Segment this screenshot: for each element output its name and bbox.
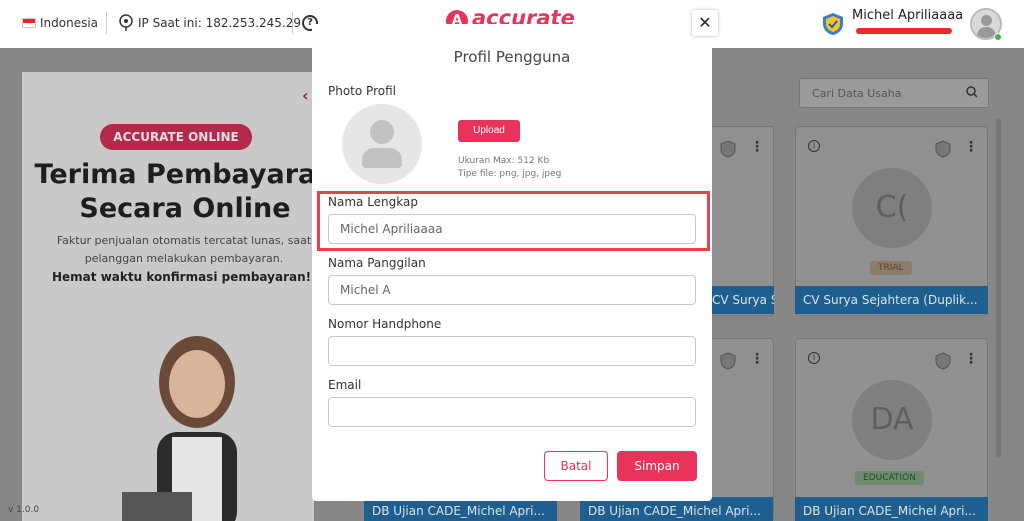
phone-input[interactable] [328, 336, 696, 366]
language-selector[interactable]: Indonesia [40, 16, 98, 30]
user-name[interactable]: Michel Apriliaaaa [852, 8, 963, 23]
banner-pill: ACCURATE ONLINE [100, 124, 252, 150]
user-silhouette-icon [370, 120, 394, 144]
profile-modal: Profil Pengguna Photo Profil Upload Ukur… [312, 24, 712, 501]
email-label: Email [328, 378, 362, 392]
divider [106, 12, 107, 34]
modal-title: Profil Pengguna [453, 48, 571, 66]
banner-description: Faktur penjualan otomatis tercatat lunas… [56, 234, 312, 265]
online-status-dot [994, 33, 1002, 41]
profile-photo-placeholder [342, 104, 422, 184]
upload-button[interactable]: Upload [458, 120, 520, 142]
upload-info: Ukuran Max: 512 Kb Tipe file: png, jpg, … [458, 155, 561, 181]
cancel-button[interactable]: Batal [544, 451, 608, 481]
divider [292, 12, 293, 34]
email-input[interactable] [328, 397, 696, 427]
banner-prev-chevron-icon[interactable]: ‹ [302, 86, 309, 105]
user-silhouette-body [362, 148, 402, 168]
more-options-icon[interactable]: ⋮ [750, 140, 764, 154]
more-options-icon[interactable]: ⋮ [964, 352, 978, 366]
redaction-mark [856, 28, 952, 34]
location-pin-icon [119, 14, 133, 31]
shield-icon [935, 352, 951, 370]
trial-badge: TRIAL [870, 261, 912, 275]
banner-heading: Terima Pembayaran Secara Online [34, 159, 315, 224]
app-version: v 1.0.0 [8, 505, 40, 515]
save-button[interactable]: Simpan [617, 451, 697, 481]
info-icon[interactable]: i [808, 352, 820, 364]
education-badge: EDUCATION [855, 471, 924, 485]
company-card-title: CV Surya Sejahtera [704, 286, 774, 314]
full-name-highlight-box [317, 191, 710, 251]
verified-shield-icon [823, 13, 843, 35]
promo-woman-illustration [122, 336, 237, 521]
search-icon[interactable] [966, 86, 978, 98]
company-card-title: DB Ujian CADE_Michel Apri... [795, 497, 988, 521]
indonesia-flag-icon [22, 18, 36, 28]
company-initials-avatar: DA [852, 380, 932, 460]
promo-banner[interactable]: ACCURATE ONLINE Terima Pembayaran Secara… [22, 72, 314, 521]
phone-label: Nomor Handphone [328, 317, 442, 331]
close-icon[interactable]: ✕ [692, 10, 718, 36]
search-input[interactable]: Cari Data Usaha [799, 78, 989, 108]
shield-icon [720, 352, 736, 370]
info-icon[interactable]: i [808, 140, 820, 152]
photo-label: Photo Profil [328, 84, 396, 98]
more-options-icon[interactable]: ⋮ [750, 352, 764, 366]
banner-highlight: Hemat waktu konfirmasi pembayaran! [52, 270, 312, 284]
company-initials-avatar: C( [852, 168, 932, 248]
ip-address-label: IP Saat ini: 182.253.245.29 [138, 16, 301, 30]
company-card-title: CV Surya Sejahtera (Duplik... [795, 286, 988, 314]
more-options-icon[interactable]: ⋮ [964, 140, 978, 154]
scrollbar[interactable] [996, 118, 1001, 458]
shield-icon [720, 140, 736, 158]
nickname-input[interactable]: Michel A [328, 275, 696, 305]
upload-max-size: Ukuran Max: 512 Kb [458, 156, 550, 166]
shield-icon [935, 140, 951, 158]
nickname-label: Nama Panggilan [328, 256, 426, 270]
search-placeholder: Cari Data Usaha [812, 87, 902, 100]
upload-file-types: Tipe file: png, jpg, jpeg [458, 169, 562, 179]
